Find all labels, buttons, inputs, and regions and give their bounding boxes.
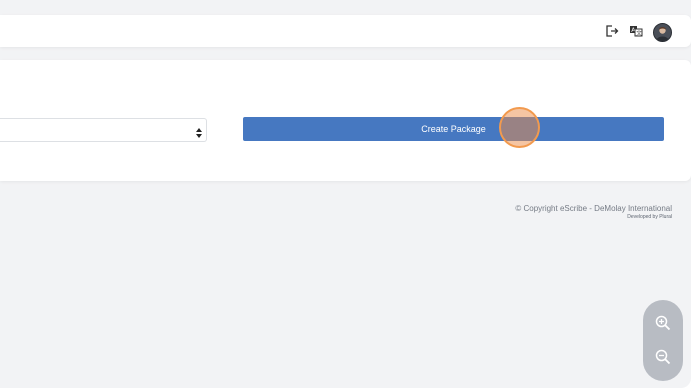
logout-icon[interactable] — [603, 22, 621, 40]
developed-by-text: Developed by Plural — [627, 214, 672, 220]
zoom-out-icon[interactable] — [653, 347, 673, 367]
top-header — [0, 15, 691, 47]
user-avatar[interactable] — [653, 23, 672, 42]
translate-icon[interactable]: A 文 — [627, 22, 645, 40]
chevron-updown-icon — [196, 124, 202, 143]
copyright-text: © Copyright eScribe - DeMolay Internatio… — [515, 204, 672, 213]
svg-text:文: 文 — [636, 29, 642, 37]
app-frame: A 文 Create Package © Copyright eScribe -… — [0, 0, 691, 388]
package-select[interactable] — [0, 118, 207, 142]
create-package-button[interactable]: Create Package — [243, 117, 664, 141]
click-indicator — [499, 107, 540, 148]
zoom-in-icon[interactable] — [653, 313, 673, 333]
